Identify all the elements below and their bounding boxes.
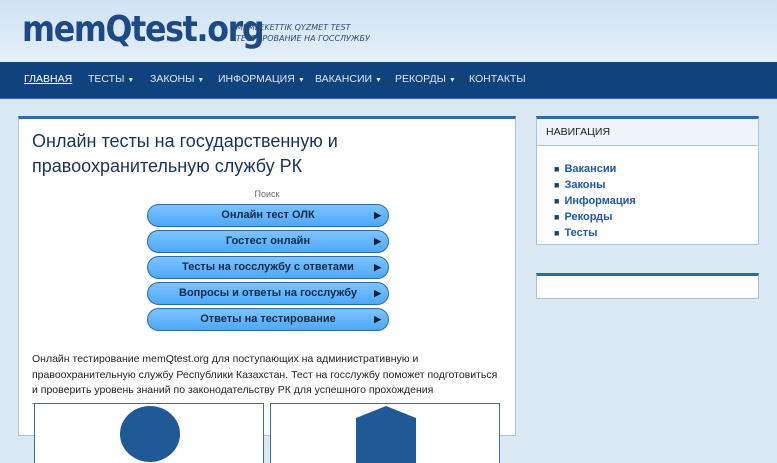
bullet-icon: ■ <box>554 164 560 174</box>
button-tests-with-answers[interactable]: Тесты на госслужбу с ответами ▶ <box>147 256 389 279</box>
chevron-down-icon: ▼ <box>197 77 205 84</box>
chevron-down-icon: ▼ <box>127 77 135 84</box>
main-nav: Главная Тесты ▼ Законы ▼ Информация ▼ Вакан… <box>0 62 777 99</box>
play-arrow-icon: ▶ <box>374 288 381 298</box>
nav-vacancies[interactable]: Вакансии ▼ <box>315 73 382 85</box>
navigation-widget: Навигация ■ Вакансии ■ Законы ■ Информация … <box>536 116 759 245</box>
page-title: Онлайн тесты на государственную и правоо… <box>32 131 338 176</box>
sidebar-item-tests[interactable]: ■ Тесты <box>554 226 636 240</box>
navigation-list: ■ Вакансии ■ Законы ■ Информация ■ Рекорды ■… <box>554 162 636 242</box>
sidebar-item-vacancies[interactable]: ■ Вакансии <box>554 162 636 176</box>
bullet-icon: ■ <box>554 196 560 206</box>
search-label[interactable]: Поиск <box>19 189 515 199</box>
play-arrow-icon: ▶ <box>374 210 381 220</box>
play-arrow-icon: ▶ <box>374 236 381 246</box>
sidebar-link-label: Информация <box>564 195 636 207</box>
play-arrow-icon: ▶ <box>374 314 381 324</box>
nav-tests-label: Тесты <box>88 73 125 85</box>
button-gostest[interactable]: Гостест онлайн ▶ <box>147 230 389 253</box>
nav-home-label: Главная <box>24 73 73 85</box>
navigation-heading: Навигация <box>537 119 758 146</box>
nav-contacts-label: Контакты <box>469 73 526 85</box>
sidebar-item-info[interactable]: ■ Информация <box>554 194 636 208</box>
card-emblem-round-icon <box>120 406 180 462</box>
sidebar-item-laws[interactable]: ■ Законы <box>554 178 636 192</box>
play-arrow-icon: ▶ <box>374 262 381 272</box>
chevron-down-icon: ▼ <box>448 77 456 84</box>
bullet-icon: ■ <box>554 212 560 222</box>
site-header: memQtest.org MEMLEKETTIK QYZMET TEST ТЕС… <box>0 0 777 62</box>
nav-info[interactable]: Информация ▼ <box>218 73 305 85</box>
sidebar-link-label: Вакансии <box>564 163 617 175</box>
nav-laws-label: Законы <box>150 73 195 85</box>
button-label: Вопросы и ответы на госслужбу <box>179 287 357 299</box>
nav-records[interactable]: Рекорды ▼ <box>395 73 456 85</box>
bullet-icon: ■ <box>554 228 560 238</box>
chevron-down-icon: ▼ <box>297 77 305 84</box>
test-card-left[interactable] <box>34 403 264 463</box>
nav-home[interactable]: Главная <box>24 73 72 85</box>
sidebar-item-records[interactable]: ■ Рекорды <box>554 210 636 224</box>
sidebar-link-label: Законы <box>564 179 606 191</box>
button-label: Онлайн тест ОЛК <box>221 209 315 221</box>
nav-contacts[interactable]: Контакты <box>469 73 526 85</box>
chevron-down-icon: ▼ <box>375 77 382 84</box>
button-label: Гостест онлайн <box>225 235 311 247</box>
button-olk-test[interactable]: Онлайн тест ОЛК ▶ <box>147 204 389 227</box>
nav-tests[interactable]: Тесты ▼ <box>88 73 134 85</box>
button-label: Тесты на госслужбу с ответами <box>182 261 354 273</box>
button-questions-answers[interactable]: Вопросы и ответы на госслужбу ▶ <box>147 282 389 305</box>
button-label: Ответы на тестирование <box>200 313 336 325</box>
site-logo[interactable]: memQtest.org <box>22 9 265 50</box>
nav-laws[interactable]: Законы ▼ <box>150 73 204 85</box>
sidebar-link-label: Тесты <box>564 227 598 239</box>
empty-sidebar-widget <box>536 273 759 299</box>
main-content: Онлайн тесты на государственную и правоо… <box>18 116 516 463</box>
card-emblem-shield-icon <box>356 406 416 463</box>
tagline-russian: ТЕСТИРОВАНИЕ НА ГОССЛУЖБУ <box>236 34 370 43</box>
bullet-icon: ■ <box>554 180 560 190</box>
nav-vacancies-label: Вакансии <box>315 73 373 85</box>
tagline-kazakh: MEMLEKETTIK QYZMET TEST <box>236 23 351 32</box>
button-test-answers[interactable]: Ответы на тестирование ▶ <box>147 308 389 331</box>
nav-info-label: Информация <box>218 73 295 85</box>
sidebar-link-label: Рекорды <box>564 211 613 223</box>
test-card-right[interactable] <box>270 403 500 463</box>
nav-records-label: Рекорды <box>395 73 446 85</box>
